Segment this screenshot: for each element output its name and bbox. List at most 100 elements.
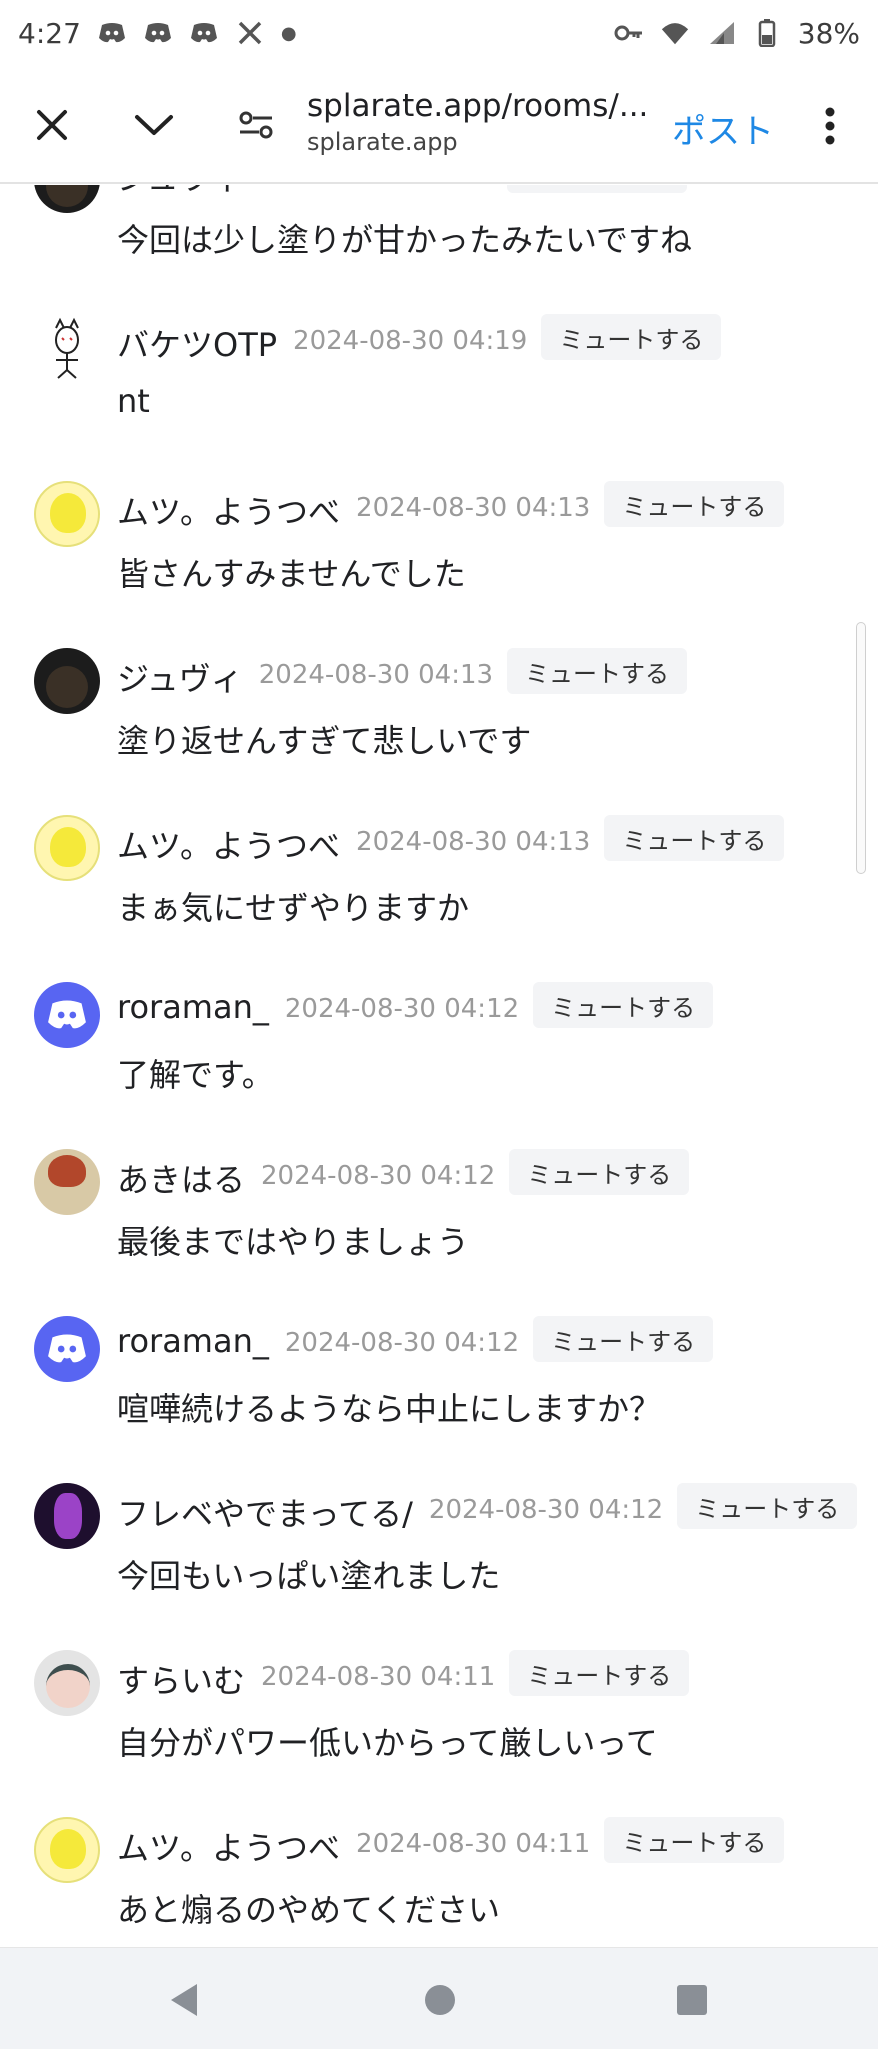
timestamp: 2024-08-30 04:12	[284, 994, 520, 1024]
mute-button[interactable]: ミュートする	[509, 1149, 690, 1195]
status-right: 38%	[614, 17, 860, 50]
status-bar: 4:27 ● 38%	[0, 0, 878, 66]
avatar[interactable]	[34, 1817, 100, 1883]
timestamp: 2024-08-30 04:11	[356, 1829, 591, 1859]
user-name[interactable]: バケツOTP	[117, 320, 277, 366]
message-item: ムツ。ようつべ 2024-08-30 04:11 ミュートするあと煽るのやめてくださ…	[0, 1817, 878, 1947]
timestamp: 2024-08-30 04:13	[356, 827, 591, 857]
user-name[interactable]: すらいむ	[117, 1656, 245, 1702]
browser-toolbar: splarate.app/rooms/... splarate.app ポスト	[0, 66, 878, 184]
x-icon	[235, 18, 265, 48]
avatar[interactable]	[34, 815, 100, 881]
message-list[interactable]: ジュヴィ2024-08-30 04:19ミュートする今回は少し塗りが甘かったみた…	[0, 185, 878, 1947]
user-name[interactable]: ジュヴィ	[117, 654, 243, 700]
avatar[interactable]	[34, 185, 100, 213]
message-item: バケツOTP 2024-08-30 04:19 ミュートする nt	[0, 314, 878, 481]
post-button[interactable]: ポスト	[672, 104, 774, 153]
more-vert-icon	[825, 107, 835, 145]
mute-button[interactable]: ミュートする	[604, 815, 785, 861]
avatar[interactable]	[34, 481, 100, 547]
discord-icon	[143, 18, 173, 48]
message-item: ムツ。ようつべ 2024-08-30 04:13 ミュートするまぁ気にせずやりますか	[0, 815, 878, 982]
timestamp: 2024-08-30 04:11	[261, 1662, 496, 1692]
mute-button[interactable]: ミュートする	[604, 481, 785, 527]
user-name[interactable]: ムツ。ようつべ	[117, 1823, 340, 1869]
message-text: まぁ気にせずやりますか	[117, 889, 470, 927]
message-text: あと煽るのやめてください	[117, 1891, 501, 1929]
message-text: 自分がパワー低いからって厳しいって	[117, 1724, 658, 1762]
timestamp: 2024-08-30 04:12	[284, 1328, 520, 1358]
battery-percent: 38%	[797, 16, 860, 50]
avatar[interactable]	[34, 648, 100, 714]
user-name[interactable]: ムツ。ようつべ	[117, 487, 340, 533]
message-text: nt	[117, 382, 150, 420]
avatar[interactable]	[34, 1149, 100, 1215]
mute-button[interactable]: ミュートする	[509, 1650, 690, 1696]
mute-button[interactable]: ミュートする	[604, 1817, 785, 1863]
message-item: ジュヴィ 2024-08-30 04:19 ミュートする今回は少し塗りが甘かったみた…	[0, 185, 878, 314]
mute-button[interactable]: ミュートする	[507, 185, 688, 193]
avatar[interactable]	[34, 314, 100, 380]
status-left: 4:27 ●	[18, 17, 297, 50]
message-item: ムツ。ようつべ 2024-08-30 04:13 ミュートする 皆さんすみませんでした	[0, 481, 878, 648]
back-button[interactable]	[165, 1980, 205, 2020]
mute-button[interactable]: ミュートする	[677, 1483, 858, 1529]
mute-button[interactable]: ミュートする	[507, 648, 688, 694]
close-icon	[37, 110, 67, 140]
mute-button[interactable]: ミュートする	[541, 314, 722, 360]
avatar[interactable]	[34, 982, 100, 1048]
timestamp: 2024-08-30 04:12	[261, 1161, 496, 1191]
vpn-key-icon	[614, 18, 644, 48]
wifi-icon	[660, 18, 690, 48]
discord-icon	[189, 18, 219, 48]
user-name[interactable]: フレベやでまってる/	[117, 1489, 413, 1535]
message-item: すらいむ 2024-08-30 04:11 ミュートする自分がパワー低いからって厳し…	[0, 1650, 878, 1817]
chevron-down-icon	[135, 115, 173, 135]
message-text: 了解です。	[117, 1056, 274, 1094]
close-button[interactable]	[22, 95, 82, 155]
user-name[interactable]: roraman_	[117, 988, 269, 1026]
navigation-bar	[0, 1947, 878, 2049]
recents-icon	[677, 1985, 707, 2015]
user-name[interactable]: roraman_	[117, 1322, 269, 1360]
mute-button[interactable]: ミュートする	[533, 1316, 714, 1362]
dot-icon: ●	[280, 22, 297, 44]
message-text: 今回は少し塗りが甘かったみたいですね	[117, 221, 693, 259]
discord-icon	[97, 18, 127, 48]
battery-icon	[752, 18, 782, 48]
mute-button[interactable]: ミュートする	[533, 982, 714, 1028]
avatar[interactable]	[34, 1316, 100, 1382]
message-item: フレベやでまってる/2024-08-30 04:12 ミュートする 今回もいっぱい塗…	[0, 1483, 878, 1650]
sketch-avatar-icon	[55, 317, 79, 379]
url-block[interactable]: splarate.app/rooms/... splarate.app	[307, 88, 657, 156]
domain-text: splarate.app	[307, 128, 458, 156]
message-item: roraman_ 2024-08-30 04:12 ミュートする喧嘩続けるようなら中…	[0, 1316, 878, 1483]
more-button[interactable]	[805, 96, 855, 156]
avatar[interactable]	[34, 1483, 100, 1549]
message-item: あきはる 2024-08-30 04:12 ミュートする最後まではやりましょう	[0, 1149, 878, 1316]
user-name[interactable]: ムツ。ようつべ	[117, 821, 340, 867]
collapse-button[interactable]	[124, 95, 184, 155]
timestamp: 2024-08-30 04:13	[258, 660, 494, 690]
discord-icon	[48, 1000, 86, 1029]
message-text: 塗り返せんすぎて悲しいです	[117, 722, 532, 760]
timestamp: 2024-08-30 04:19	[293, 326, 528, 356]
message-text: 最後まではやりましょう	[117, 1223, 470, 1261]
message-text: 喧嘩続けるようなら中止にしますか？	[117, 1390, 662, 1428]
page-info-button[interactable]	[226, 95, 286, 155]
user-name[interactable]: ジュヴィ	[117, 185, 243, 199]
avatar[interactable]	[34, 1650, 100, 1716]
scrollbar[interactable]	[856, 622, 866, 874]
user-name[interactable]: あきはる	[117, 1155, 245, 1201]
signal-icon	[706, 18, 736, 48]
home-button[interactable]	[420, 1980, 460, 2020]
status-time: 4:27	[18, 16, 81, 50]
timestamp: 2024-08-30 04:12	[428, 1495, 664, 1525]
message-item: ジュヴィ 2024-08-30 04:13 ミュートする塗り返せんすぎて悲しいです	[0, 648, 878, 815]
discord-icon	[48, 1334, 86, 1363]
recents-button[interactable]	[672, 1980, 712, 2020]
timestamp: 2024-08-30 04:19	[259, 185, 493, 189]
back-icon	[171, 1984, 197, 2016]
message-item: roraman_ 2024-08-30 04:12 ミュートする了解です。	[0, 982, 878, 1149]
timestamp: 2024-08-30 04:13	[356, 493, 591, 523]
